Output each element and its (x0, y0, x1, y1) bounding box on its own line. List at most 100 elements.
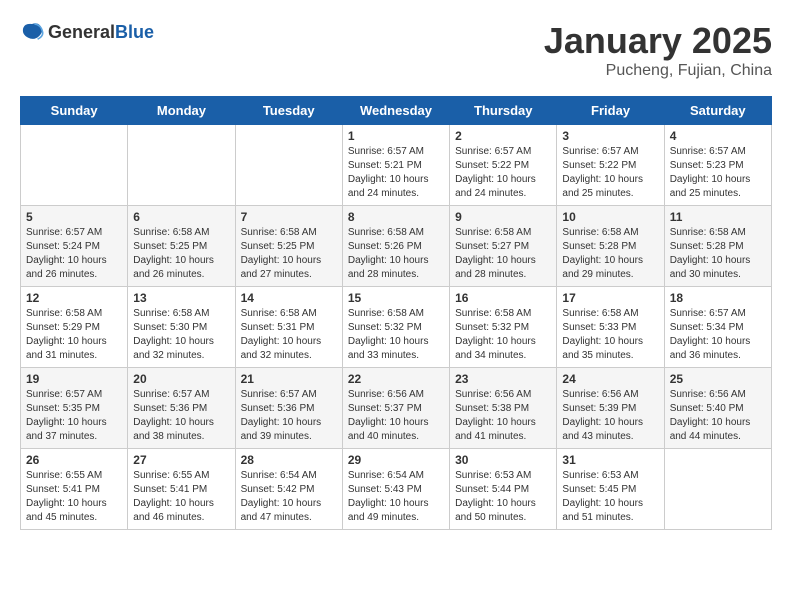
day-info: Sunrise: 6:53 AM Sunset: 5:44 PM Dayligh… (455, 469, 551, 525)
day-info: Sunrise: 6:57 AM Sunset: 5:22 PM Dayligh… (562, 145, 658, 201)
logo: GeneralBlue (20, 20, 154, 44)
day-number: 16 (455, 291, 551, 305)
calendar-cell: 30 Sunrise: 6:53 AM Sunset: 5:44 PM Dayli… (450, 449, 557, 530)
calendar-body: 1 Sunrise: 6:57 AM Sunset: 5:21 PM Daylig… (21, 125, 772, 530)
calendar-cell: 4 Sunrise: 6:57 AM Sunset: 5:23 PM Daylig… (664, 125, 771, 206)
day-info: Sunrise: 6:57 AM Sunset: 5:36 PM Dayligh… (133, 388, 229, 444)
day-info: Sunrise: 6:58 AM Sunset: 5:31 PM Dayligh… (241, 307, 337, 363)
calendar-cell: 31Sunrise: 6:53 AM Sunset: 5:45 PM Dayli… (557, 449, 664, 530)
day-info: Sunrise: 6:58 AM Sunset: 5:32 PM Dayligh… (348, 307, 444, 363)
calendar-cell: 15Sunrise: 6:58 AM Sunset: 5:32 PM Dayli… (342, 287, 449, 368)
day-number: 4 (670, 129, 766, 143)
day-number: 6 (133, 210, 229, 224)
calendar-week-row: 19Sunrise: 6:57 AM Sunset: 5:35 PM Dayli… (21, 368, 772, 449)
calendar-cell: 29Sunrise: 6:54 AM Sunset: 5:43 PM Dayli… (342, 449, 449, 530)
weekday-header: Wednesday (342, 97, 449, 125)
calendar-cell: 6 Sunrise: 6:58 AM Sunset: 5:25 PM Daylig… (128, 206, 235, 287)
weekday-header: Tuesday (235, 97, 342, 125)
day-number: 17 (562, 291, 658, 305)
calendar-cell: 25Sunrise: 6:56 AM Sunset: 5:40 PM Dayli… (664, 368, 771, 449)
logo-icon (20, 20, 44, 44)
calendar-cell (21, 125, 128, 206)
calendar-cell: 13Sunrise: 6:58 AM Sunset: 5:30 PM Dayli… (128, 287, 235, 368)
calendar-cell: 21Sunrise: 6:57 AM Sunset: 5:36 PM Dayli… (235, 368, 342, 449)
weekday-header: Monday (128, 97, 235, 125)
calendar-cell (664, 449, 771, 530)
day-info: Sunrise: 6:57 AM Sunset: 5:34 PM Dayligh… (670, 307, 766, 363)
day-info: Sunrise: 6:58 AM Sunset: 5:27 PM Dayligh… (455, 226, 551, 282)
day-info: Sunrise: 6:56 AM Sunset: 5:38 PM Dayligh… (455, 388, 551, 444)
weekday-header: Saturday (664, 97, 771, 125)
calendar-cell: 24Sunrise: 6:56 AM Sunset: 5:39 PM Dayli… (557, 368, 664, 449)
day-number: 25 (670, 372, 766, 386)
day-info: Sunrise: 6:58 AM Sunset: 5:29 PM Dayligh… (26, 307, 122, 363)
logo-text: GeneralBlue (48, 22, 154, 43)
day-number: 29 (348, 453, 444, 467)
day-info: Sunrise: 6:57 AM Sunset: 5:21 PM Dayligh… (348, 145, 444, 201)
day-number: 30 (455, 453, 551, 467)
day-info: Sunrise: 6:56 AM Sunset: 5:37 PM Dayligh… (348, 388, 444, 444)
calendar-cell: 10Sunrise: 6:58 AM Sunset: 5:28 PM Dayli… (557, 206, 664, 287)
calendar-cell: 1 Sunrise: 6:57 AM Sunset: 5:21 PM Daylig… (342, 125, 449, 206)
calendar-cell: 2 Sunrise: 6:57 AM Sunset: 5:22 PM Daylig… (450, 125, 557, 206)
day-info: Sunrise: 6:58 AM Sunset: 5:28 PM Dayligh… (670, 226, 766, 282)
calendar-cell: 22 Sunrise: 6:56 AM Sunset: 5:37 PM Dayli… (342, 368, 449, 449)
calendar-cell: 18 Sunrise: 6:57 AM Sunset: 5:34 PM Dayli… (664, 287, 771, 368)
day-number: 8 (348, 210, 444, 224)
calendar-week-row: 5Sunrise: 6:57 AM Sunset: 5:24 PM Daylig… (21, 206, 772, 287)
header-row: SundayMondayTuesdayWednesdayThursdayFrid… (21, 97, 772, 125)
day-info: Sunrise: 6:57 AM Sunset: 5:23 PM Dayligh… (670, 145, 766, 201)
day-number: 2 (455, 129, 551, 143)
day-info: Sunrise: 6:57 AM Sunset: 5:36 PM Dayligh… (241, 388, 337, 444)
calendar-cell: 16 Sunrise: 6:58 AM Sunset: 5:32 PM Dayli… (450, 287, 557, 368)
day-info: Sunrise: 6:55 AM Sunset: 5:41 PM Dayligh… (133, 469, 229, 525)
day-info: Sunrise: 6:58 AM Sunset: 5:33 PM Dayligh… (562, 307, 658, 363)
title-block: January 2025 Pucheng, Fujian, China (544, 20, 772, 80)
weekday-header: Sunday (21, 97, 128, 125)
day-number: 9 (455, 210, 551, 224)
day-number: 26 (26, 453, 122, 467)
calendar-week-row: 1 Sunrise: 6:57 AM Sunset: 5:21 PM Daylig… (21, 125, 772, 206)
calendar-subtitle: Pucheng, Fujian, China (544, 62, 772, 80)
day-info: Sunrise: 6:57 AM Sunset: 5:35 PM Dayligh… (26, 388, 122, 444)
day-info: Sunrise: 6:55 AM Sunset: 5:41 PM Dayligh… (26, 469, 122, 525)
calendar-week-row: 26 Sunrise: 6:55 AM Sunset: 5:41 PM Dayli… (21, 449, 772, 530)
day-info: Sunrise: 6:58 AM Sunset: 5:25 PM Dayligh… (133, 226, 229, 282)
day-number: 28 (241, 453, 337, 467)
day-number: 23 (455, 372, 551, 386)
calendar-cell: 12 Sunrise: 6:58 AM Sunset: 5:29 PM Dayli… (21, 287, 128, 368)
calendar-cell: 9 Sunrise: 6:58 AM Sunset: 5:27 PM Daylig… (450, 206, 557, 287)
day-number: 3 (562, 129, 658, 143)
day-number: 5 (26, 210, 122, 224)
day-number: 24 (562, 372, 658, 386)
calendar-cell: 8Sunrise: 6:58 AM Sunset: 5:26 PM Daylig… (342, 206, 449, 287)
calendar-cell: 19Sunrise: 6:57 AM Sunset: 5:35 PM Dayli… (21, 368, 128, 449)
calendar-cell: 20 Sunrise: 6:57 AM Sunset: 5:36 PM Dayli… (128, 368, 235, 449)
logo-general: General (48, 22, 115, 42)
day-number: 13 (133, 291, 229, 305)
weekday-header: Friday (557, 97, 664, 125)
calendar-cell: 26 Sunrise: 6:55 AM Sunset: 5:41 PM Dayli… (21, 449, 128, 530)
day-number: 27 (133, 453, 229, 467)
day-number: 14 (241, 291, 337, 305)
calendar-cell: 17 Sunrise: 6:58 AM Sunset: 5:33 PM Dayli… (557, 287, 664, 368)
day-info: Sunrise: 6:54 AM Sunset: 5:42 PM Dayligh… (241, 469, 337, 525)
day-number: 31 (562, 453, 658, 467)
day-number: 18 (670, 291, 766, 305)
calendar-cell: 3 Sunrise: 6:57 AM Sunset: 5:22 PM Daylig… (557, 125, 664, 206)
calendar-cell: 23 Sunrise: 6:56 AM Sunset: 5:38 PM Dayli… (450, 368, 557, 449)
calendar-cell: 11 Sunrise: 6:58 AM Sunset: 5:28 PM Dayli… (664, 206, 771, 287)
day-number: 11 (670, 210, 766, 224)
day-number: 12 (26, 291, 122, 305)
day-number: 20 (133, 372, 229, 386)
calendar-cell (128, 125, 235, 206)
calendar-cell: 5Sunrise: 6:57 AM Sunset: 5:24 PM Daylig… (21, 206, 128, 287)
day-number: 1 (348, 129, 444, 143)
calendar-cell: 7Sunrise: 6:58 AM Sunset: 5:25 PM Daylig… (235, 206, 342, 287)
calendar-week-row: 12 Sunrise: 6:58 AM Sunset: 5:29 PM Dayli… (21, 287, 772, 368)
calendar-cell: 27 Sunrise: 6:55 AM Sunset: 5:41 PM Dayli… (128, 449, 235, 530)
day-info: Sunrise: 6:57 AM Sunset: 5:22 PM Dayligh… (455, 145, 551, 201)
logo-blue: Blue (115, 22, 154, 42)
day-info: Sunrise: 6:58 AM Sunset: 5:32 PM Dayligh… (455, 307, 551, 363)
day-number: 22 (348, 372, 444, 386)
